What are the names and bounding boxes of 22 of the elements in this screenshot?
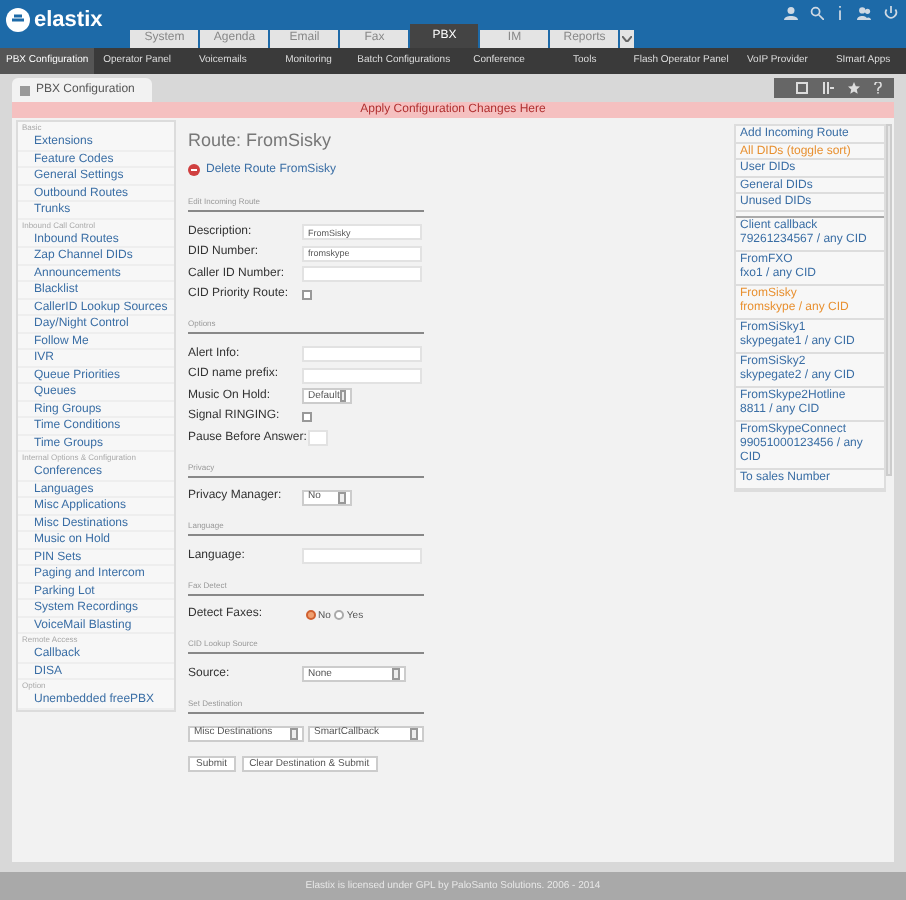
radio-button[interactable] bbox=[334, 610, 345, 621]
input-field[interactable] bbox=[302, 548, 422, 565]
logout-icon[interactable] bbox=[884, 6, 898, 20]
star-icon[interactable] bbox=[848, 82, 860, 94]
input-field[interactable] bbox=[302, 367, 422, 384]
checkbox[interactable] bbox=[302, 290, 312, 301]
input-field[interactable] bbox=[308, 430, 328, 447]
input-field[interactable] bbox=[302, 346, 422, 363]
logo-icon bbox=[6, 8, 30, 32]
people-icon[interactable] bbox=[856, 6, 872, 20]
page-title: Route: FromSisky bbox=[188, 128, 334, 154]
input-field[interactable] bbox=[302, 266, 422, 283]
dropdown-button[interactable] bbox=[620, 30, 635, 48]
checkbox[interactable] bbox=[302, 412, 312, 423]
search-icon[interactable] bbox=[810, 6, 824, 20]
radio-button[interactable] bbox=[306, 610, 316, 621]
delete-icon[interactable] bbox=[188, 164, 200, 176]
help-icon[interactable] bbox=[874, 82, 882, 94]
info-icon[interactable] bbox=[836, 6, 844, 20]
user-icon[interactable] bbox=[784, 6, 798, 20]
logo-text: elastix bbox=[34, 9, 103, 31]
columns-icon[interactable] bbox=[822, 82, 834, 94]
